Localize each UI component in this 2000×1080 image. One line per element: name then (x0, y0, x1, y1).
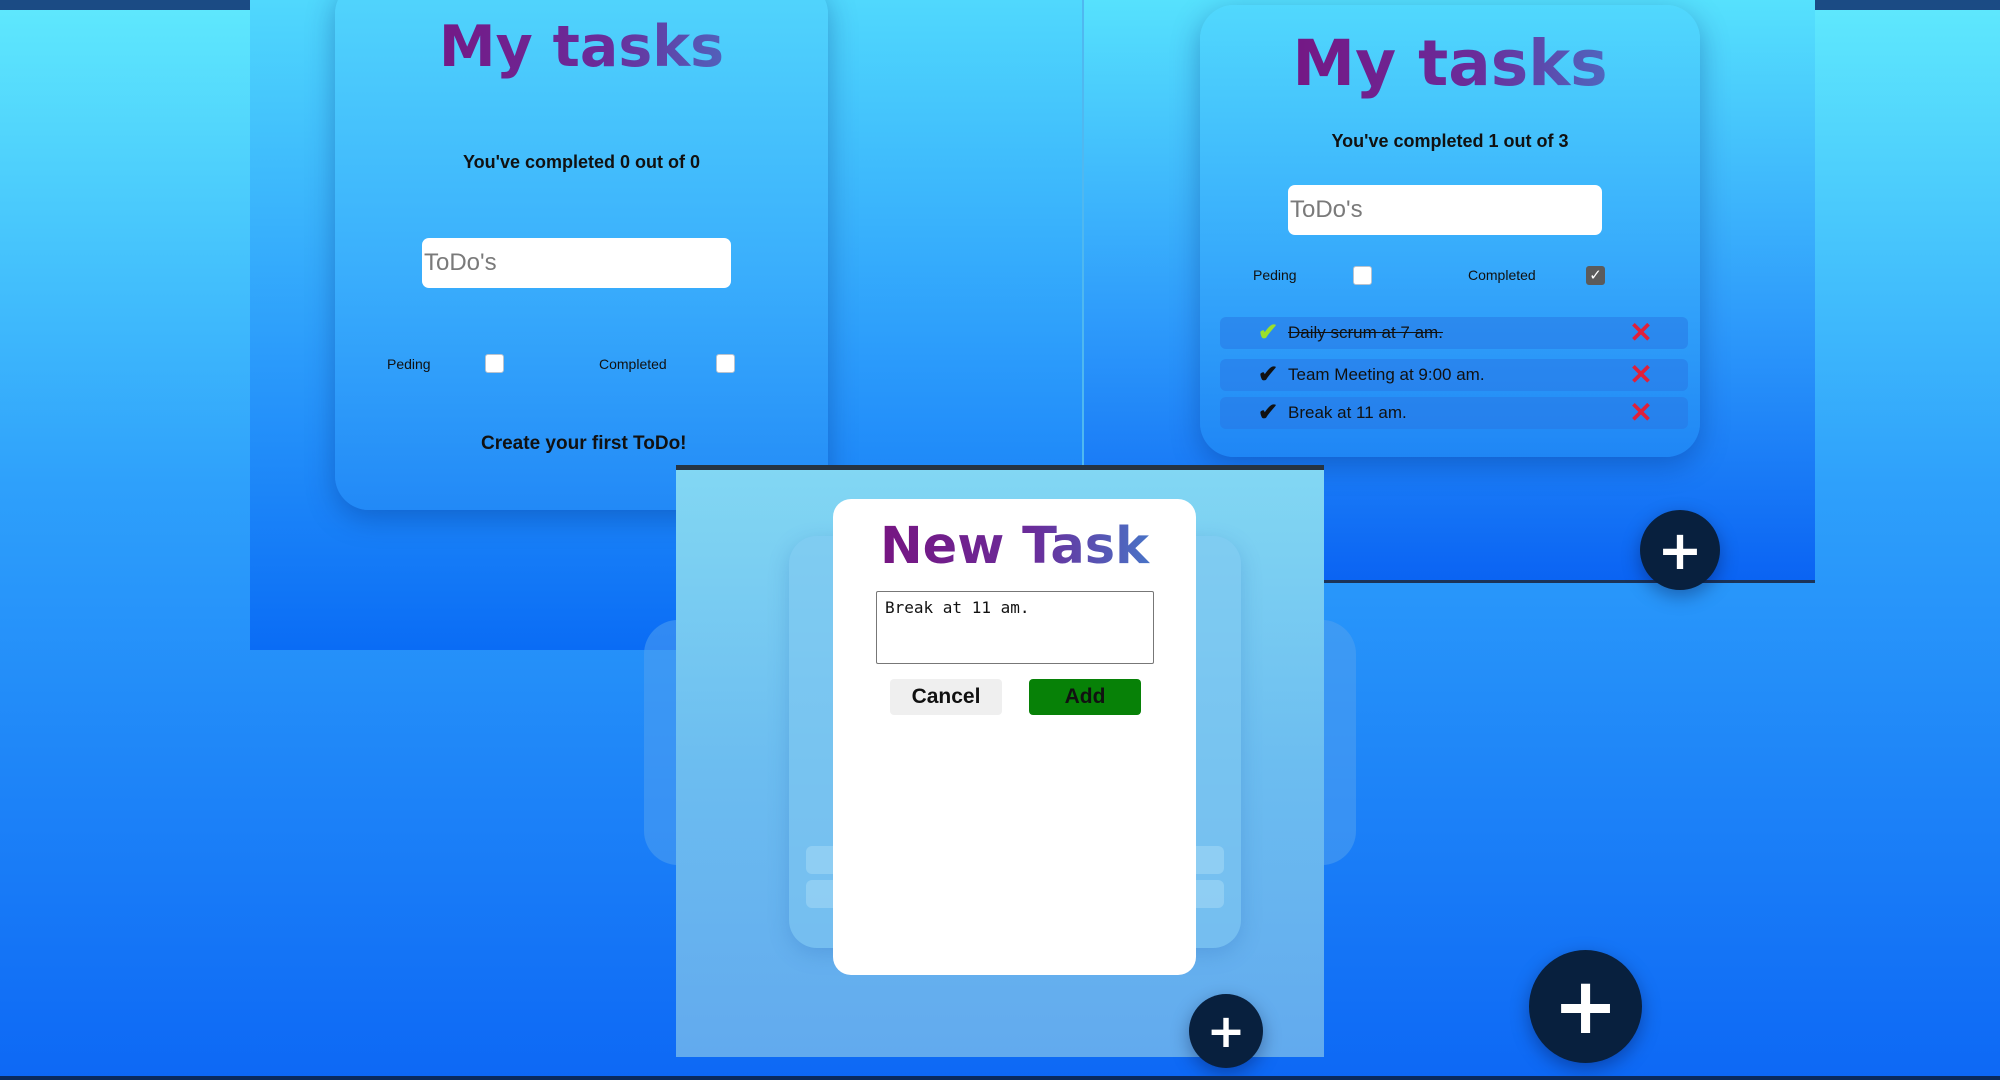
check-icon[interactable]: ✔ (1258, 363, 1288, 387)
task-text: Break at 11 am. (1288, 403, 1407, 422)
filter-pending-checkbox[interactable] (485, 354, 504, 373)
new-task-textarea[interactable]: Break at 11 am. (876, 591, 1154, 664)
completion-summary: You've completed 1 out of 3 (1331, 131, 1569, 151)
task-item: ✔ Daily scrum at 7 am. ✕ (1220, 317, 1688, 349)
add-task-fab[interactable]: + (1640, 510, 1720, 590)
filter-completed-checkbox[interactable]: ✓ (1586, 266, 1605, 285)
delete-icon[interactable]: ✕ (1626, 319, 1656, 347)
search-input[interactable] (1288, 185, 1602, 235)
empty-state-message: Create your first ToDo! (481, 433, 687, 454)
check-icon[interactable]: ✔ (1258, 321, 1288, 345)
filter-completed-label: Completed (1468, 267, 1536, 283)
filter-completed-label: Completed (599, 356, 667, 372)
top-bar-right (1815, 0, 2000, 10)
add-button[interactable]: Add (1029, 679, 1141, 715)
add-task-fab-large[interactable]: + (1529, 950, 1642, 1063)
filter-pending-checkbox[interactable] (1353, 266, 1372, 285)
page-title: My tasks (335, 14, 828, 80)
screen-bottom-border (1324, 580, 1815, 583)
filter-pending-label: Peding (1253, 267, 1297, 283)
bottom-bar (0, 1076, 2000, 1080)
task-text: Daily scrum at 7 am. (1288, 323, 1443, 342)
page-title: My tasks (1200, 27, 1700, 100)
filter-completed-checkbox[interactable] (716, 354, 735, 373)
tasks-card-list: My tasks You've completed 1 out of 3 Ped… (1200, 5, 1700, 457)
new-task-modal: New Task Break at 11 am. Cancel Add (833, 499, 1196, 975)
filter-pending-label: Peding (387, 356, 431, 372)
cancel-button[interactable]: Cancel (890, 679, 1002, 715)
search-input[interactable] (422, 238, 731, 288)
completion-summary: You've completed 0 out of 0 (463, 152, 700, 172)
task-item: ✔ Break at 11 am. ✕ (1220, 397, 1688, 429)
task-item: ✔ Team Meeting at 9:00 am. ✕ (1220, 359, 1688, 391)
check-icon[interactable]: ✔ (1258, 401, 1288, 425)
delete-icon[interactable]: ✕ (1626, 399, 1656, 427)
delete-icon[interactable]: ✕ (1626, 361, 1656, 389)
top-bar-left (0, 0, 250, 10)
modal-title: New Task (833, 517, 1196, 576)
tasks-card-empty: My tasks You've completed 0 out of 0 Ped… (335, 0, 828, 510)
task-text: Team Meeting at 9:00 am. (1288, 365, 1485, 384)
add-task-fab[interactable]: + (1189, 994, 1263, 1068)
